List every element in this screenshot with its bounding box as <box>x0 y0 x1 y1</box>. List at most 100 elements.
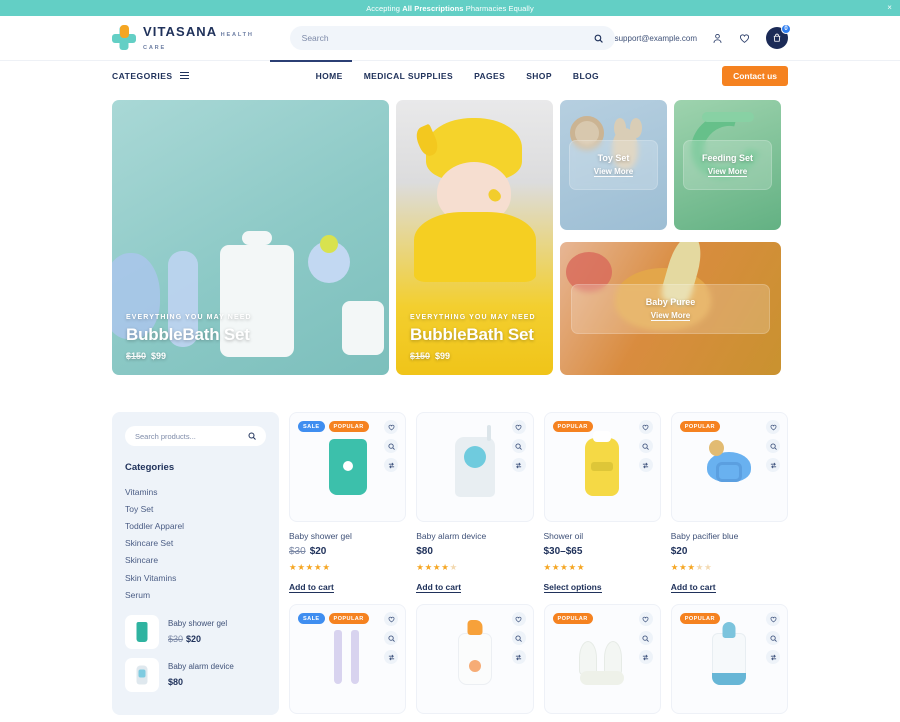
quick-view-search-icon[interactable] <box>766 439 780 453</box>
product-card[interactable]: Baby alarm device $80 ★★★★★ Add to cart <box>416 412 534 594</box>
wishlist-heart-icon[interactable] <box>638 420 653 434</box>
search-input[interactable] <box>301 33 594 43</box>
quick-view-search-icon[interactable] <box>766 631 780 646</box>
cart-button[interactable]: 0 <box>766 24 791 49</box>
product-image[interactable] <box>416 604 534 715</box>
nav-item-pages[interactable]: PAGES <box>474 71 505 81</box>
hero-price: $150 $99 <box>410 351 536 361</box>
hero-banner-bubblebath-left[interactable]: EVERYTHING YOU MAY NEED BubbleBath Set $… <box>112 100 389 375</box>
product-card[interactable]: SALE POPULAR Baby shower gel $30 $20 ★★★★… <box>289 412 407 594</box>
product-card[interactable]: SALE POPULAR <box>289 604 407 715</box>
sidebar-item-skincare-set[interactable]: Skincare Set <box>125 535 266 552</box>
wishlist-heart-icon[interactable] <box>766 612 780 627</box>
compare-icon[interactable] <box>511 458 526 472</box>
add-to-cart-link[interactable]: Add to cart <box>289 582 334 593</box>
list-item[interactable]: Baby shower gel $30 $20 <box>125 615 266 650</box>
product-card[interactable]: POPULAR <box>670 604 788 715</box>
view-more-link[interactable]: View More <box>650 311 691 321</box>
badge-popular: POPULAR <box>552 613 593 625</box>
sidebar-item-skin-vitamins[interactable]: Skin Vitamins <box>125 569 266 586</box>
hero-caption-right: EVERYTHING YOU MAY NEED BubbleBath Set $… <box>410 314 536 361</box>
header-search[interactable] <box>289 26 615 50</box>
close-icon[interactable]: × <box>887 4 892 12</box>
support-email[interactable]: support@example.com <box>615 34 697 43</box>
search-button[interactable] <box>594 34 603 43</box>
categories-label: CATEGORIES <box>112 70 173 81</box>
product-image[interactable]: SALE POPULAR <box>289 604 407 715</box>
badge-popular: POPULAR <box>679 613 720 625</box>
add-to-cart-link[interactable]: Add to cart <box>416 582 462 593</box>
sidebar-item-skincare[interactable]: Skincare <box>125 552 266 569</box>
wishlist-heart-icon[interactable] <box>511 612 526 627</box>
quick-view-search-icon[interactable] <box>511 439 526 453</box>
product-image[interactable]: POPULAR <box>543 604 661 715</box>
select-options-link[interactable]: Select options <box>543 582 602 593</box>
compare-icon[interactable] <box>638 650 653 665</box>
breast-pump-art <box>578 633 626 686</box>
quick-view-search-icon[interactable] <box>511 631 526 646</box>
product-name: Shower oil <box>543 531 584 541</box>
hero-card-feeding-set[interactable]: Feeding Set View More <box>674 100 781 230</box>
product-image[interactable]: POPULAR <box>670 604 788 715</box>
product-actions <box>638 612 653 665</box>
hero-card-baby-puree[interactable]: Baby Puree View More <box>560 242 781 375</box>
product-image[interactable] <box>416 412 534 522</box>
search-icon[interactable] <box>248 429 256 443</box>
wishlist-heart-icon[interactable] <box>511 420 526 434</box>
nav-item-medical-supplies[interactable]: MEDICAL SUPPLIES <box>364 71 453 81</box>
categories-menu-button[interactable]: CATEGORIES <box>112 71 189 81</box>
add-to-cart-link[interactable]: Add to cart <box>670 582 716 593</box>
nav-links: HOME MEDICAL SUPPLIES PAGES SHOP BLOG <box>316 71 599 81</box>
hero-card-toy-set[interactable]: Toy Set View More <box>560 100 667 230</box>
sidebar-search-input[interactable] <box>135 431 248 441</box>
product-actions <box>511 420 526 472</box>
product-card[interactable] <box>416 604 534 715</box>
product-card[interactable]: POPULAR Shower oil $30–$65 ★★★★★ Select … <box>543 412 661 594</box>
nav-item-home[interactable]: HOME <box>316 71 343 81</box>
sidebar-item-toy-set[interactable]: Toy Set <box>125 500 266 517</box>
wishlist-heart-icon[interactable] <box>766 420 780 434</box>
product-card[interactable]: POPULAR Baby pacifier blue $20 ★★★★★ Add… <box>670 412 788 594</box>
product-card[interactable]: POPULAR <box>543 604 661 715</box>
wishlist-heart-icon[interactable] <box>737 31 751 45</box>
user-account-icon[interactable] <box>710 31 724 45</box>
hero-banner-bubblebath-right[interactable]: EVERYTHING YOU MAY NEED BubbleBath Set $… <box>396 100 553 375</box>
contact-us-button[interactable]: Contact us <box>722 65 788 86</box>
compare-icon[interactable] <box>384 458 399 472</box>
product-image[interactable]: SALE POPULAR <box>289 412 407 522</box>
wishlist-heart-icon[interactable] <box>638 612 653 627</box>
sidebar-item-serum[interactable]: Serum <box>125 586 266 603</box>
product-image[interactable]: POPULAR <box>670 412 788 522</box>
product-price: $80 <box>416 546 533 557</box>
price-new: $80 <box>416 546 433 557</box>
view-more-link[interactable]: View More <box>593 167 634 177</box>
quick-view-search-icon[interactable] <box>384 631 399 646</box>
hero-price-old: $150 <box>410 351 431 361</box>
logo[interactable]: VITASANA HEALTH CARE <box>112 25 269 51</box>
list-item[interactable]: Baby alarm device $80 <box>125 658 266 693</box>
badge-popular: POPULAR <box>679 421 720 433</box>
compare-icon[interactable] <box>766 458 780 472</box>
baby-monitor-art <box>454 425 495 497</box>
nav-item-blog[interactable]: BLOG <box>573 71 599 81</box>
product-actions <box>766 612 780 665</box>
quick-view-search-icon[interactable] <box>638 439 653 453</box>
sidebar-item-vitamins[interactable]: Vitamins <box>125 483 266 500</box>
compare-icon[interactable] <box>511 650 526 665</box>
wishlist-heart-icon[interactable] <box>384 612 399 627</box>
quick-view-search-icon[interactable] <box>638 631 653 646</box>
compare-icon[interactable] <box>638 458 653 472</box>
sidebar-item-toddler-apparel[interactable]: Toddler Apparel <box>125 517 266 534</box>
sidebar-search[interactable] <box>125 426 266 446</box>
mini-product-name: Baby alarm device <box>168 662 234 672</box>
quick-view-search-icon[interactable] <box>384 439 399 453</box>
product-badges: POPULAR <box>552 613 593 625</box>
compare-icon[interactable] <box>384 650 399 665</box>
view-more-link[interactable]: View More <box>707 167 748 177</box>
product-badges: POPULAR <box>552 421 593 433</box>
product-image[interactable]: POPULAR <box>543 412 661 522</box>
compare-icon[interactable] <box>766 650 780 665</box>
nav-item-shop[interactable]: SHOP <box>526 71 552 81</box>
wishlist-heart-icon[interactable] <box>384 420 399 434</box>
product-thumbnail <box>125 658 159 693</box>
